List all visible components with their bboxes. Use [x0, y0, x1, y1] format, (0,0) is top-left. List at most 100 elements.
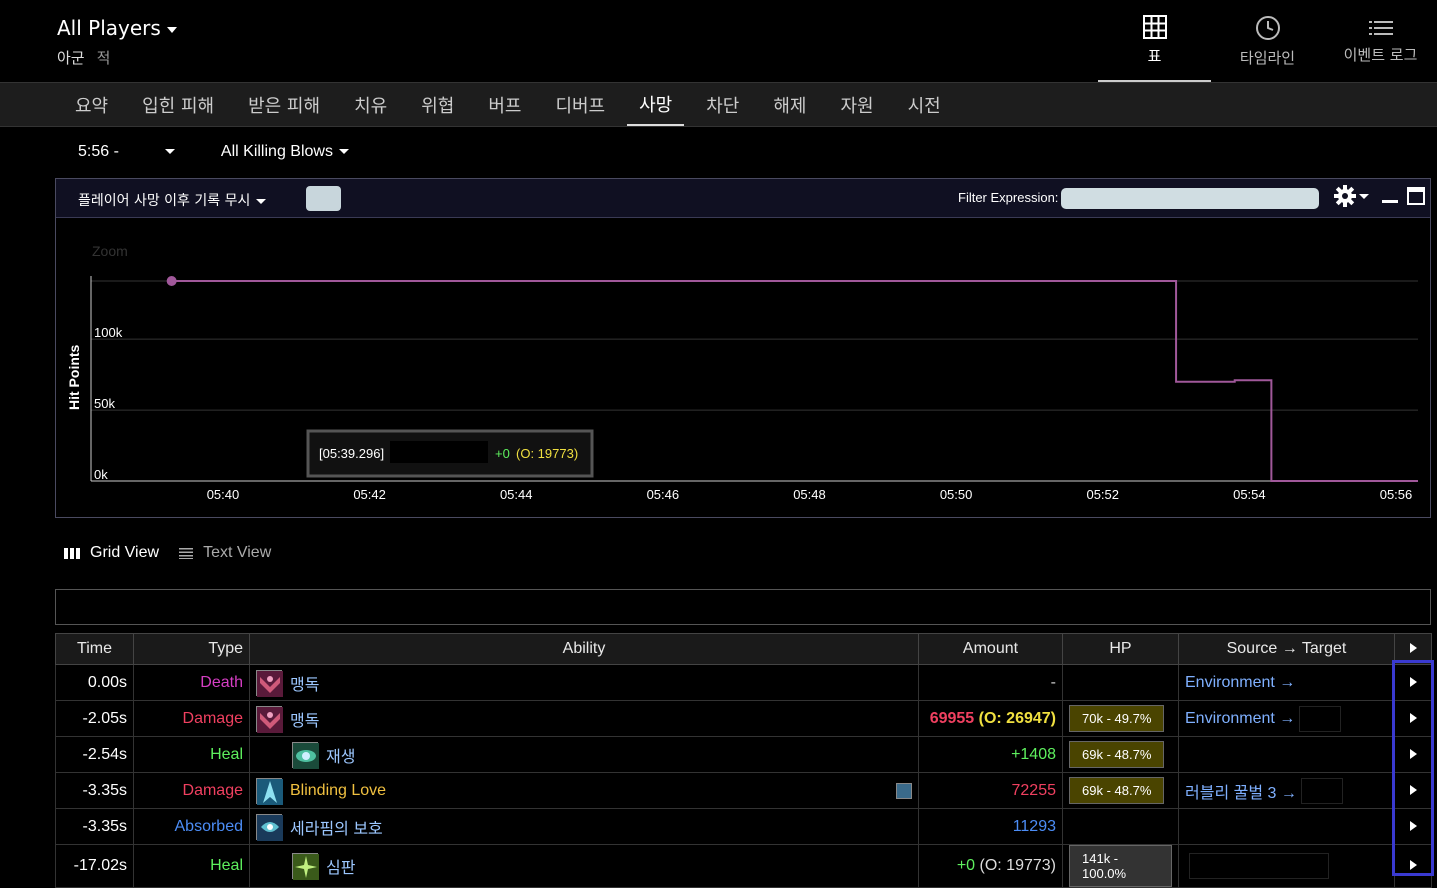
time-cell: -17.02s — [55, 844, 134, 888]
faction-friendly[interactable]: 아군 — [57, 49, 85, 67]
y-axis-label: Hit Points — [66, 344, 82, 410]
filter-row: 5:56 - All Killing Blows — [78, 143, 349, 161]
nav-tab-4[interactable]: 위협 — [409, 83, 466, 126]
amount-cell: +0 (O: 19773) — [918, 844, 1063, 888]
killing-blows-label: All Killing Blows — [220, 143, 333, 160]
hp-line-chart[interactable]: Zoom 0k 50k 100k Hit Points 05:40 05:42 05:44 05… — [56, 218, 1430, 517]
killing-blows-dropdown[interactable]: All Killing Blows — [221, 143, 349, 161]
seraphim-shield-icon — [256, 813, 283, 841]
type-cell: Death — [133, 664, 250, 701]
chevron-down-icon — [164, 149, 175, 155]
grid-view-button[interactable]: Grid View — [64, 544, 159, 562]
chevron-down-icon — [166, 26, 177, 33]
view-toggle: Grid View Text View — [64, 544, 271, 562]
table-row[interactable]: -17.02s Heal 심판 +0 (O: 19773) 141k - 100.0% — [55, 844, 1432, 888]
text-view-button[interactable]: Text View — [179, 544, 271, 562]
nav-tab-5[interactable]: 버프 — [476, 83, 533, 126]
gear-icon[interactable] — [1334, 185, 1356, 207]
ability-name[interactable]: 심판 — [326, 854, 355, 878]
ignore-toggle[interactable] — [306, 186, 341, 211]
table-row[interactable]: -3.35s Damage Blinding Love 72255 69k - 48.7… — [55, 772, 1432, 809]
ability-name[interactable]: 세라핌의 보호 — [290, 815, 383, 839]
amount-value: 72255 — [1011, 781, 1057, 799]
nav-tab-7[interactable]: 사망 — [627, 83, 685, 126]
player-selector[interactable]: All Players — [57, 16, 177, 40]
hp-data-point[interactable] — [166, 276, 177, 286]
nav-tab-2[interactable]: 받은 피해 — [236, 83, 332, 126]
y-tick-label: 0k — [94, 467, 108, 482]
source-target-text[interactable]: Environment → — [1185, 710, 1295, 728]
amount-cell: 11293 — [918, 808, 1063, 845]
tab-event-log-label: 이벤트 로그 — [1343, 45, 1418, 64]
table-row[interactable]: 0.00s Death 맹독 - Environment → — [55, 664, 1432, 701]
tab-table[interactable]: 표 — [1098, 0, 1211, 82]
col-header-time[interactable]: Time — [55, 633, 134, 665]
tab-timeline-label: 타임라인 — [1239, 48, 1296, 67]
amount-cell: 69955 (O: 26947) — [918, 700, 1063, 737]
amount-cell: - — [918, 664, 1063, 701]
tab-timeline[interactable]: 타임라인 — [1211, 0, 1324, 82]
redacted-target — [1189, 853, 1329, 879]
expand-column-highlight — [1392, 660, 1434, 876]
source-target-text[interactable]: Environment → — [1185, 674, 1295, 692]
tab-event-log[interactable]: 이벤트 로그 — [1324, 0, 1437, 82]
nav-tab-9[interactable]: 해제 — [761, 83, 818, 126]
type-cell: Heal — [133, 736, 250, 773]
x-tick-label: 05:56 — [1380, 487, 1413, 502]
ability-cell: 재생 — [249, 736, 919, 773]
col-header-hp[interactable]: HP — [1062, 633, 1179, 665]
col-header-source-target[interactable]: Source → Target — [1178, 633, 1395, 665]
nav-tab-10[interactable]: 자원 — [829, 83, 886, 126]
ability-name[interactable]: 맹독 — [290, 671, 319, 695]
nav-tab-1[interactable]: 입힌 피해 — [130, 83, 226, 126]
nav-tab-6[interactable]: 디버프 — [543, 83, 617, 126]
chart-toolbar: 플레이어 사망 이후 기록 무시 Filter Expression: — [56, 179, 1430, 218]
tooltip-delta: +0 — [495, 446, 510, 461]
minimize-icon[interactable] — [1381, 187, 1399, 205]
nav-tab-8[interactable]: 차단 — [694, 83, 751, 126]
ability-name[interactable]: 재생 — [326, 743, 355, 767]
maximize-icon[interactable] — [1407, 187, 1425, 205]
time-cell: 0.00s — [55, 664, 134, 701]
table-row[interactable]: -3.35s Absorbed 세라핌의 보호 11293 — [55, 808, 1432, 845]
search-bar[interactable] — [55, 589, 1431, 625]
table-row[interactable]: -2.05s Damage 맹독 69955 (O: 26947) 70k - 49.7… — [55, 700, 1432, 737]
faction-enemy[interactable]: 적 — [97, 49, 111, 67]
amount-value: 69955 — [929, 709, 975, 727]
source-target-text[interactable]: 러블리 꿀벌 3 → — [1185, 779, 1297, 803]
redacted-target — [1300, 777, 1343, 804]
source-target-cell: Environment → — [1178, 700, 1395, 737]
nav-tab-3[interactable]: 치유 — [342, 83, 399, 126]
zoom-label[interactable]: Zoom — [92, 243, 128, 259]
x-tick-label: 05:46 — [647, 487, 680, 502]
source-target-cell — [1178, 736, 1395, 773]
col-header-ability[interactable]: Ability — [249, 633, 919, 665]
play-triangle-icon — [1409, 643, 1417, 653]
table-row[interactable]: -2.54s Heal 재생 +1408 69k - 48.7% — [55, 736, 1432, 773]
hp-badge: 69k - 48.7% — [1069, 741, 1165, 768]
source-target-cell — [1178, 808, 1395, 845]
chevron-down-icon[interactable] — [1359, 193, 1369, 199]
player-selector-label: All Players — [57, 16, 161, 40]
nav-tab-11[interactable]: 시전 — [896, 83, 953, 126]
time-range-label: 5:56 - — [78, 143, 119, 160]
amount-cell: +1408 — [918, 736, 1063, 773]
x-tick-label: 05:52 — [1086, 487, 1119, 502]
ability-name[interactable]: 맹독 — [290, 707, 319, 731]
ability-name[interactable]: Blinding Love — [290, 782, 386, 800]
columns-icon — [64, 548, 80, 559]
amount-value: +0 — [956, 857, 976, 874]
filter-expression-input[interactable] — [1061, 188, 1319, 209]
lines-icon — [179, 548, 194, 559]
type-cell: Damage — [133, 772, 250, 809]
ability-cell: Blinding Love — [249, 772, 919, 809]
clock-icon — [1255, 15, 1280, 40]
time-range-dropdown[interactable]: 5:56 - — [78, 143, 175, 161]
ignore-after-death-dropdown[interactable]: 플레이어 사망 이후 기록 무시 — [78, 190, 267, 210]
nav-tab-0[interactable]: 요약 — [63, 83, 120, 126]
hp-chart-panel: 플레이어 사망 이후 기록 무시 Filter Expression: Zoom… — [55, 178, 1431, 518]
col-header-type[interactable]: Type — [133, 633, 250, 665]
rejuvenation-icon — [292, 741, 319, 769]
ignore-after-death-label: 플레이어 사망 이후 기록 무시 — [78, 193, 251, 209]
col-header-amount[interactable]: Amount — [918, 633, 1063, 665]
